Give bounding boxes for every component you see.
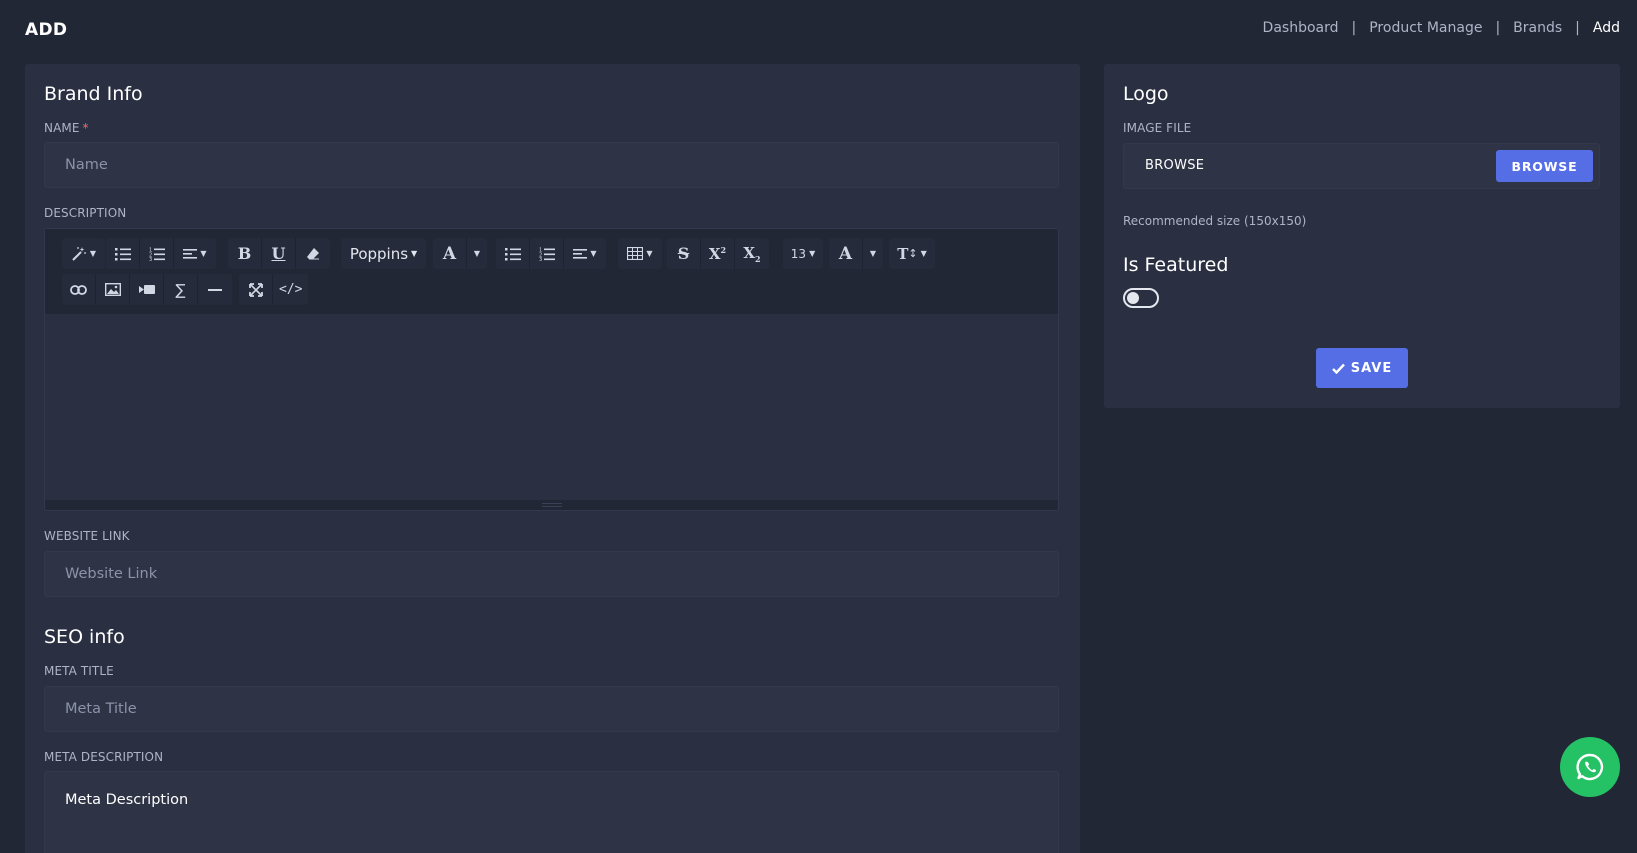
description-label: DESCRIPTION [44, 206, 127, 220]
unordered-list-icon[interactable] [496, 238, 530, 269]
editor-resize-bar[interactable] [45, 500, 1058, 510]
breadcrumb-separator: | [1495, 20, 1501, 36]
font-name-dropdown[interactable]: Poppins ▼ [341, 238, 426, 269]
toolbar-group-insert: ∑ [62, 274, 232, 305]
website-link-input[interactable] [44, 551, 1059, 597]
toolbar-group-format: B U [228, 238, 330, 269]
image-file-label: IMAGE FILE [1123, 121, 1192, 135]
toolbar-group-lists: 123 ▼ [106, 238, 216, 269]
logo-card: Logo IMAGE FILE BROWSE BROWSE Recommende… [1104, 64, 1620, 408]
logo-title: Logo [1123, 83, 1169, 105]
picture-icon[interactable] [96, 274, 130, 305]
website-link-label: WEBSITE LINK [44, 529, 130, 543]
bold-icon[interactable]: B [228, 238, 262, 269]
seo-info-title: SEO info [44, 626, 125, 648]
whatsapp-icon [1575, 752, 1605, 782]
breadcrumb-separator: | [1575, 20, 1580, 36]
superscript-icon[interactable]: X2 [701, 238, 735, 269]
save-label: SAVE [1350, 360, 1393, 376]
strikethrough-icon[interactable]: S [667, 238, 701, 269]
toolbar-group-lists-2: 123 ▼ [496, 238, 606, 269]
breadcrumb: Dashboard | Product Manage | Brands | Ad… [1263, 20, 1620, 36]
table-icon[interactable]: ▼ [618, 238, 662, 269]
link-icon[interactable] [62, 274, 96, 305]
toolbar-group-fontcolor: A ▼ [433, 238, 487, 269]
text-color-icon[interactable]: A [829, 238, 863, 269]
font-name-value: Poppins [349, 244, 409, 263]
name-input[interactable] [44, 142, 1059, 188]
paragraph-align-icon[interactable]: ▼ [174, 238, 216, 269]
description-editable-area[interactable] [45, 314, 1058, 502]
code-view-icon[interactable]: </> [273, 274, 309, 305]
breadcrumb-separator: | [1351, 20, 1357, 36]
paragraph-align-icon[interactable]: ▼ [564, 238, 606, 269]
required-mark: * [82, 121, 89, 135]
recommended-size-hint: Recommended size (150x150) [1123, 214, 1307, 228]
ordered-list-icon[interactable]: 123 [530, 238, 564, 269]
meta-title-label: META TITLE [44, 664, 114, 678]
math-icon[interactable]: ∑ [164, 274, 198, 305]
resize-grip-icon [541, 503, 562, 507]
line-height-icon[interactable]: T ↕ ▼ [889, 238, 935, 269]
whatsapp-button[interactable] [1560, 737, 1620, 797]
brand-form-card: Brand Info NAME* DESCRIPTION ▼ 123 [25, 64, 1080, 853]
toggle-knob [1127, 292, 1139, 304]
toolbar-group-style: ▼ [62, 238, 105, 269]
save-button[interactable]: SAVE [1316, 348, 1408, 388]
toolbar-group-fontsize: 13 ▼ [783, 238, 823, 269]
font-size-dropdown[interactable]: 13 ▼ [783, 238, 823, 269]
brand-info-title: Brand Info [44, 83, 143, 105]
meta-description-label: META DESCRIPTION [44, 750, 164, 764]
underline-icon[interactable]: U [262, 238, 296, 269]
toolbar-group-script: S X2 X2 [667, 238, 769, 269]
breadcrumb-dashboard[interactable]: Dashboard [1263, 20, 1339, 36]
is-featured-title: Is Featured [1123, 254, 1229, 276]
toolbar-group-fontname: Poppins ▼ [341, 238, 426, 269]
toolbar-group-table: ▼ [618, 238, 662, 269]
image-file-input[interactable]: BROWSE BROWSE [1123, 143, 1600, 189]
breadcrumb-product-manage[interactable]: Product Manage [1369, 20, 1482, 36]
font-color-caret-icon[interactable]: ▼ [467, 238, 487, 269]
font-size-value: 13 [790, 246, 807, 261]
is-featured-toggle[interactable] [1123, 288, 1159, 308]
svg-text:3: 3 [149, 257, 152, 261]
unordered-list-icon[interactable] [106, 238, 140, 269]
toolbar-group-textcolor: A ▼ [829, 238, 883, 269]
name-label: NAME * [44, 121, 89, 135]
editor-toolbar: ▼ 123 ▼ B U Poppins ▼ A ▼ 1 2 3 ▼ ▼ S X2… [45, 229, 1058, 314]
eraser-icon[interactable] [296, 238, 330, 269]
video-icon[interactable] [130, 274, 164, 305]
svg-text:3: 3 [539, 257, 542, 261]
text-color-caret-icon[interactable]: ▼ [863, 238, 883, 269]
font-color-icon[interactable]: A [433, 238, 467, 269]
meta-description-textarea[interactable]: Meta Description [44, 771, 1059, 853]
page-title: ADD [25, 20, 68, 40]
browse-button[interactable]: BROWSE [1496, 150, 1593, 182]
breadcrumb-brands[interactable]: Brands [1513, 20, 1562, 36]
toolbar-group-view: </> [239, 274, 309, 305]
meta-title-input[interactable] [44, 686, 1059, 732]
subscript-icon[interactable]: X2 [735, 238, 769, 269]
file-input-text: BROWSE [1145, 158, 1205, 173]
toolbar-group-height: T ↕ ▼ [889, 238, 935, 269]
horizontal-rule-icon[interactable] [198, 274, 232, 305]
ordered-list-icon[interactable]: 123 [140, 238, 174, 269]
breadcrumb-add: Add [1592, 20, 1620, 36]
magic-wand-icon[interactable]: ▼ [62, 238, 105, 269]
description-editor: ▼ 123 ▼ B U Poppins ▼ A ▼ 1 2 3 ▼ ▼ S X2… [44, 228, 1059, 511]
fullscreen-icon[interactable] [239, 274, 273, 305]
check-icon [1331, 363, 1345, 374]
